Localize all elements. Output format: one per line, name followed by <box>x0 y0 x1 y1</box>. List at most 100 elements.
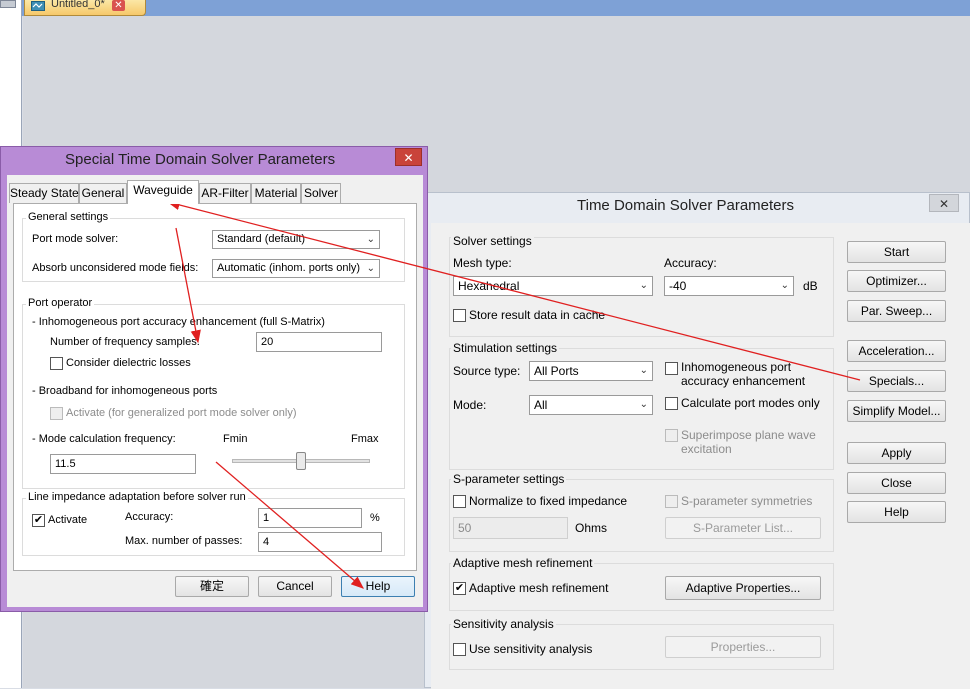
tab-general[interactable]: General <box>79 183 127 203</box>
ok-button[interactable]: 確定 <box>175 576 249 597</box>
solver-settings-title: Solver settings <box>451 234 534 248</box>
adaptive-properties-button[interactable]: Adaptive Properties... <box>665 576 821 600</box>
chevron-down-icon: ⌄ <box>639 280 648 291</box>
sparameter-list-button[interactable]: S-Parameter List... <box>665 517 821 539</box>
tab-ar-filter[interactable]: AR-Filter <box>199 183 251 203</box>
document-tab-close-icon[interactable]: ✕ <box>112 0 125 11</box>
store-cache-label: Store result data in cache <box>469 308 606 322</box>
sparam-settings-group <box>449 479 834 552</box>
port-operator-title: Port operator <box>26 297 95 309</box>
mode-label: Mode: <box>453 398 487 412</box>
simplify-model-button[interactable]: Simplify Model... <box>847 400 946 422</box>
normalize-impedance-label: Normalize to fixed impedance <box>469 494 628 508</box>
frequency-samples-label: Number of frequency samples: <box>50 336 200 348</box>
chevron-down-icon: ⌄ <box>639 399 648 410</box>
waveguide-tab-panel: General settings Port mode solver: Stand… <box>13 203 417 571</box>
time-domain-solver-dialog: Time Domain Solver Parameters ✕ Solver s… <box>424 192 970 689</box>
source-type-label: Source type: <box>453 364 521 378</box>
broadband-activate-checkbox[interactable] <box>50 407 63 420</box>
close-button[interactable]: Close <box>847 472 946 494</box>
absorb-mode-fields-value: Automatic (inhom. ports only) <box>217 262 361 274</box>
frequency-slider-thumb[interactable] <box>296 452 306 470</box>
acceleration-button[interactable]: Acceleration... <box>847 340 946 362</box>
dialog-title: Special Time Domain Solver Parameters <box>65 151 336 168</box>
dielectric-losses-checkbox[interactable] <box>50 357 63 370</box>
dielectric-losses-label: Consider dielectric losses <box>66 357 191 369</box>
document-tab[interactable]: Untitled_0* ✕ <box>24 0 146 16</box>
mesh-type-value: Hexahedral <box>458 279 520 293</box>
calculate-port-modes-label: Calculate port modes only <box>681 396 820 410</box>
sensitivity-checkbox[interactable] <box>453 643 466 656</box>
optimizer-button[interactable]: Optimizer... <box>847 270 946 292</box>
specials-button[interactable]: Specials... <box>847 370 946 392</box>
line-impedance-accuracy-label: Accuracy: <box>125 511 174 523</box>
port-mode-solver-value: Standard (default) <box>217 233 306 245</box>
mode-value: All <box>534 398 548 412</box>
source-type-select[interactable]: All Ports ⌄ <box>529 361 653 381</box>
stimulation-settings-title: Stimulation settings <box>451 341 560 355</box>
close-icon[interactable]: ✕ <box>395 148 422 166</box>
apply-button[interactable]: Apply <box>847 442 946 464</box>
par-sweep-button[interactable]: Par. Sweep... <box>847 300 946 322</box>
accuracy-select[interactable]: -40 ⌄ <box>664 276 794 296</box>
mode-calc-frequency-input[interactable]: 11.5 <box>50 454 196 474</box>
start-button[interactable]: Start <box>847 241 946 263</box>
max-passes-input[interactable]: 4 <box>258 532 382 552</box>
document-tab-label: Untitled_0* <box>51 0 105 10</box>
absorb-mode-fields-select[interactable]: Automatic (inhom. ports only) ⌄ <box>212 259 380 278</box>
panel-collapse-button[interactable] <box>0 0 16 8</box>
accuracy-value: -40 <box>669 279 687 293</box>
frequency-samples-input[interactable]: 20 <box>256 332 382 352</box>
port-mode-solver-label: Port mode solver: <box>32 233 119 245</box>
inhomogeneous-accuracy-heading: - Inhomogeneous port accuracy enhancemen… <box>32 316 325 328</box>
chevron-down-icon: ⌄ <box>780 280 789 291</box>
document-tabstrip <box>22 0 970 16</box>
port-mode-solver-select[interactable]: Standard (default) ⌄ <box>212 230 380 249</box>
superimpose-plane-wave-checkbox[interactable] <box>665 429 678 442</box>
cancel-button[interactable]: Cancel <box>258 576 332 597</box>
close-icon[interactable]: ✕ <box>929 194 959 212</box>
line-impedance-title: Line impedance adaptation before solver … <box>26 491 248 503</box>
mesh-type-select[interactable]: Hexahedral ⌄ <box>453 276 653 296</box>
dialog-title: Time Domain Solver Parameters <box>577 197 795 214</box>
sparam-symmetries-checkbox[interactable] <box>665 495 678 508</box>
special-solver-dialog: Special Time Domain Solver Parameters ✕ … <box>0 146 428 612</box>
calculate-port-modes-checkbox[interactable] <box>665 397 678 410</box>
sensitivity-title: Sensitivity analysis <box>451 617 556 631</box>
sensitivity-properties-button[interactable]: Properties... <box>665 636 821 658</box>
sensitivity-label: Use sensitivity analysis <box>469 642 593 656</box>
mesh-type-label: Mesh type: <box>453 256 512 270</box>
chevron-down-icon: ⌄ <box>366 263 375 274</box>
store-cache-checkbox[interactable] <box>453 309 466 322</box>
general-settings-title: General settings <box>26 211 111 223</box>
accuracy-unit: dB <box>803 279 818 293</box>
adaptive-mesh-checkbox[interactable]: ✔ <box>453 582 466 595</box>
dialog-body: Solver settings Mesh type: Hexahedral ⌄ … <box>431 223 970 689</box>
superimpose-plane-wave-label-1: Superimpose plane wave <box>681 428 816 442</box>
tab-steady-state[interactable]: Steady State <box>9 183 79 203</box>
percent-label: % <box>370 512 380 524</box>
chevron-down-icon: ⌄ <box>639 365 648 376</box>
adaptive-mesh-label: Adaptive mesh refinement <box>469 581 609 595</box>
normalize-impedance-checkbox[interactable] <box>453 495 466 508</box>
tab-waveguide[interactable]: Waveguide <box>127 180 199 204</box>
fmax-label: Fmax <box>351 433 379 445</box>
max-passes-label: Max. number of passes: <box>125 535 243 547</box>
tab-solver[interactable]: Solver <box>301 183 341 203</box>
impedance-input[interactable]: 50 <box>453 517 568 539</box>
line-impedance-accuracy-input[interactable]: 1 <box>258 508 362 528</box>
mode-select[interactable]: All ⌄ <box>529 395 653 415</box>
adaptive-mesh-title: Adaptive mesh refinement <box>451 556 595 570</box>
inhomogeneous-port-checkbox[interactable] <box>665 362 678 375</box>
tab-material[interactable]: Material <box>251 183 301 203</box>
help-button[interactable]: Help <box>341 576 415 597</box>
broadband-heading: - Broadband for inhomogeneous ports <box>32 385 218 397</box>
project-icon <box>31 1 45 11</box>
inhomogeneous-port-label-1: Inhomogeneous port <box>681 360 792 374</box>
chevron-down-icon: ⌄ <box>366 234 375 245</box>
help-button[interactable]: Help <box>847 501 946 523</box>
fmin-label: Fmin <box>223 433 248 445</box>
line-impedance-activate-checkbox[interactable]: ✔ <box>32 514 45 527</box>
inhomogeneous-port-label-2: accuracy enhancement <box>681 374 806 388</box>
sparam-symmetries-label: S-parameter symmetries <box>681 494 813 508</box>
